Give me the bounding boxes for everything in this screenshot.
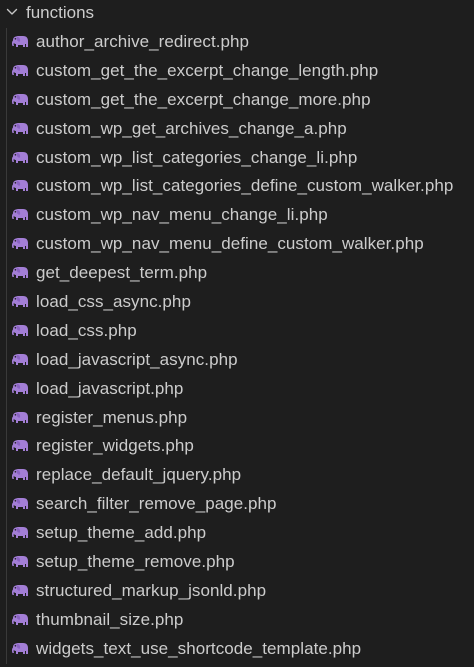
php-elephant-icon [11, 267, 28, 279]
folder-functions[interactable]: functions [0, 0, 474, 26]
php-elephant-icon [11, 180, 28, 192]
file-list: author_archive_redirect.php custom_get_th… [0, 28, 474, 664]
php-elephant-icon [11, 122, 28, 134]
file-item[interactable]: load_css_async.php [0, 288, 474, 317]
indent-guide [6, 85, 7, 115]
file-label: thumbnail_size.php [36, 609, 184, 629]
file-label: custom_wp_get_archives_change_a.php [36, 118, 347, 138]
indent-guide [6, 114, 7, 144]
indent-guide [6, 201, 7, 231]
php-elephant-icon [11, 642, 28, 654]
file-label: register_widgets.php [36, 436, 194, 456]
indent-guide [6, 345, 7, 375]
indent-guide [6, 605, 7, 635]
file-label: custom_wp_nav_menu_define_custom_walker.… [36, 234, 424, 254]
indent-guide [6, 316, 7, 346]
indent-guide [6, 172, 7, 202]
indent-guide [6, 288, 7, 317]
file-item[interactable]: setup_theme_add.php [0, 519, 474, 549]
file-label: structured_markup_jsonld.php [36, 580, 267, 600]
indent-guide [6, 143, 7, 173]
indent-guide [6, 374, 7, 404]
file-item[interactable]: setup_theme_remove.php [0, 548, 474, 577]
php-elephant-icon [11, 296, 28, 308]
php-elephant-icon [11, 440, 28, 452]
file-item[interactable]: author_archive_redirect.php [0, 28, 474, 57]
file-item[interactable]: custom_get_the_excerpt_change_more.php [0, 85, 474, 115]
indent-guide [6, 461, 7, 491]
file-label: custom_wp_nav_menu_change_li.php [36, 205, 328, 225]
file-label: setup_theme_add.php [36, 523, 207, 543]
file-label: custom_get_the_excerpt_change_length.php [36, 60, 379, 80]
file-label: custom_get_the_excerpt_change_more.php [36, 89, 371, 109]
indent-guide [6, 259, 7, 289]
file-item[interactable]: custom_wp_nav_menu_change_li.php [0, 201, 474, 231]
file-item[interactable]: register_menus.php [0, 403, 474, 433]
php-elephant-icon [11, 584, 28, 596]
indent-guide [6, 634, 7, 664]
php-elephant-icon [11, 469, 28, 481]
file-label: widgets_text_use_shortcode_template.php [36, 638, 362, 658]
php-elephant-icon [11, 353, 28, 365]
file-item[interactable]: load_javascript_async.php [0, 345, 474, 375]
file-item[interactable]: custom_wp_nav_menu_define_custom_walker.… [0, 230, 474, 260]
php-elephant-icon [11, 151, 28, 163]
file-label: register_menus.php [36, 407, 188, 427]
file-item[interactable]: replace_default_jquery.php [0, 461, 474, 491]
php-elephant-icon [11, 556, 28, 568]
file-label: custom_wp_list_categories_change_li.php [36, 147, 358, 167]
file-label: replace_default_jquery.php [36, 465, 242, 485]
file-label: load_javascript_async.php [36, 349, 238, 369]
indent-guide [6, 403, 7, 433]
file-item[interactable]: custom_wp_get_archives_change_a.php [0, 114, 474, 144]
file-item[interactable]: search_filter_remove_page.php [0, 490, 474, 520]
folder-label: functions [26, 3, 95, 22]
file-label: load_javascript.php [36, 378, 184, 398]
file-explorer-tree: functions author_archive_redirect.phpcus… [0, 0, 474, 667]
file-item[interactable]: custom_wp_list_categories_change_li.php [0, 143, 474, 173]
php-elephant-icon [11, 238, 28, 250]
file-label: custom_wp_list_categories_define_custom_… [36, 176, 454, 196]
indent-guide [6, 28, 7, 57]
indent-guide [6, 490, 7, 520]
indent-guide [6, 548, 7, 577]
php-elephant-icon [11, 36, 28, 47]
chevron-down-icon[interactable] [5, 5, 19, 19]
file-label: get_deepest_term.php [36, 263, 208, 283]
php-elephant-icon [11, 382, 28, 394]
file-label: author_archive_redirect.php [36, 32, 250, 51]
file-label: load_css_async.php [36, 292, 191, 312]
file-label: search_filter_remove_page.php [36, 494, 277, 514]
file-item[interactable]: register_widgets.php [0, 432, 474, 462]
php-elephant-icon [11, 93, 28, 105]
file-label: setup_theme_remove.php [36, 552, 235, 572]
php-elephant-icon [11, 64, 28, 76]
file-item[interactable]: structured_markup_jsonld.php [0, 576, 474, 606]
file-label: load_css.php [36, 320, 137, 340]
php-elephant-icon [11, 411, 28, 423]
file-item[interactable]: load_javascript.php [0, 374, 474, 404]
indent-guide [6, 432, 7, 462]
file-item[interactable]: thumbnail_size.php [0, 605, 474, 635]
indent-guide [6, 56, 7, 86]
file-item[interactable]: load_css.php [0, 316, 474, 346]
file-item[interactable]: custom_get_the_excerpt_change_length.php [0, 56, 474, 86]
indent-guide [6, 519, 7, 549]
file-item[interactable]: get_deepest_term.php [0, 259, 474, 289]
indent-guide [6, 576, 7, 606]
file-item[interactable]: custom_wp_list_categories_define_custom_… [0, 172, 474, 202]
php-elephant-icon [11, 209, 28, 221]
file-item[interactable]: widgets_text_use_shortcode_template.php [0, 634, 474, 664]
php-elephant-icon [11, 498, 28, 510]
php-elephant-icon [11, 527, 28, 539]
indent-guide [6, 230, 7, 260]
php-elephant-icon [11, 324, 28, 336]
php-elephant-icon [11, 613, 28, 625]
